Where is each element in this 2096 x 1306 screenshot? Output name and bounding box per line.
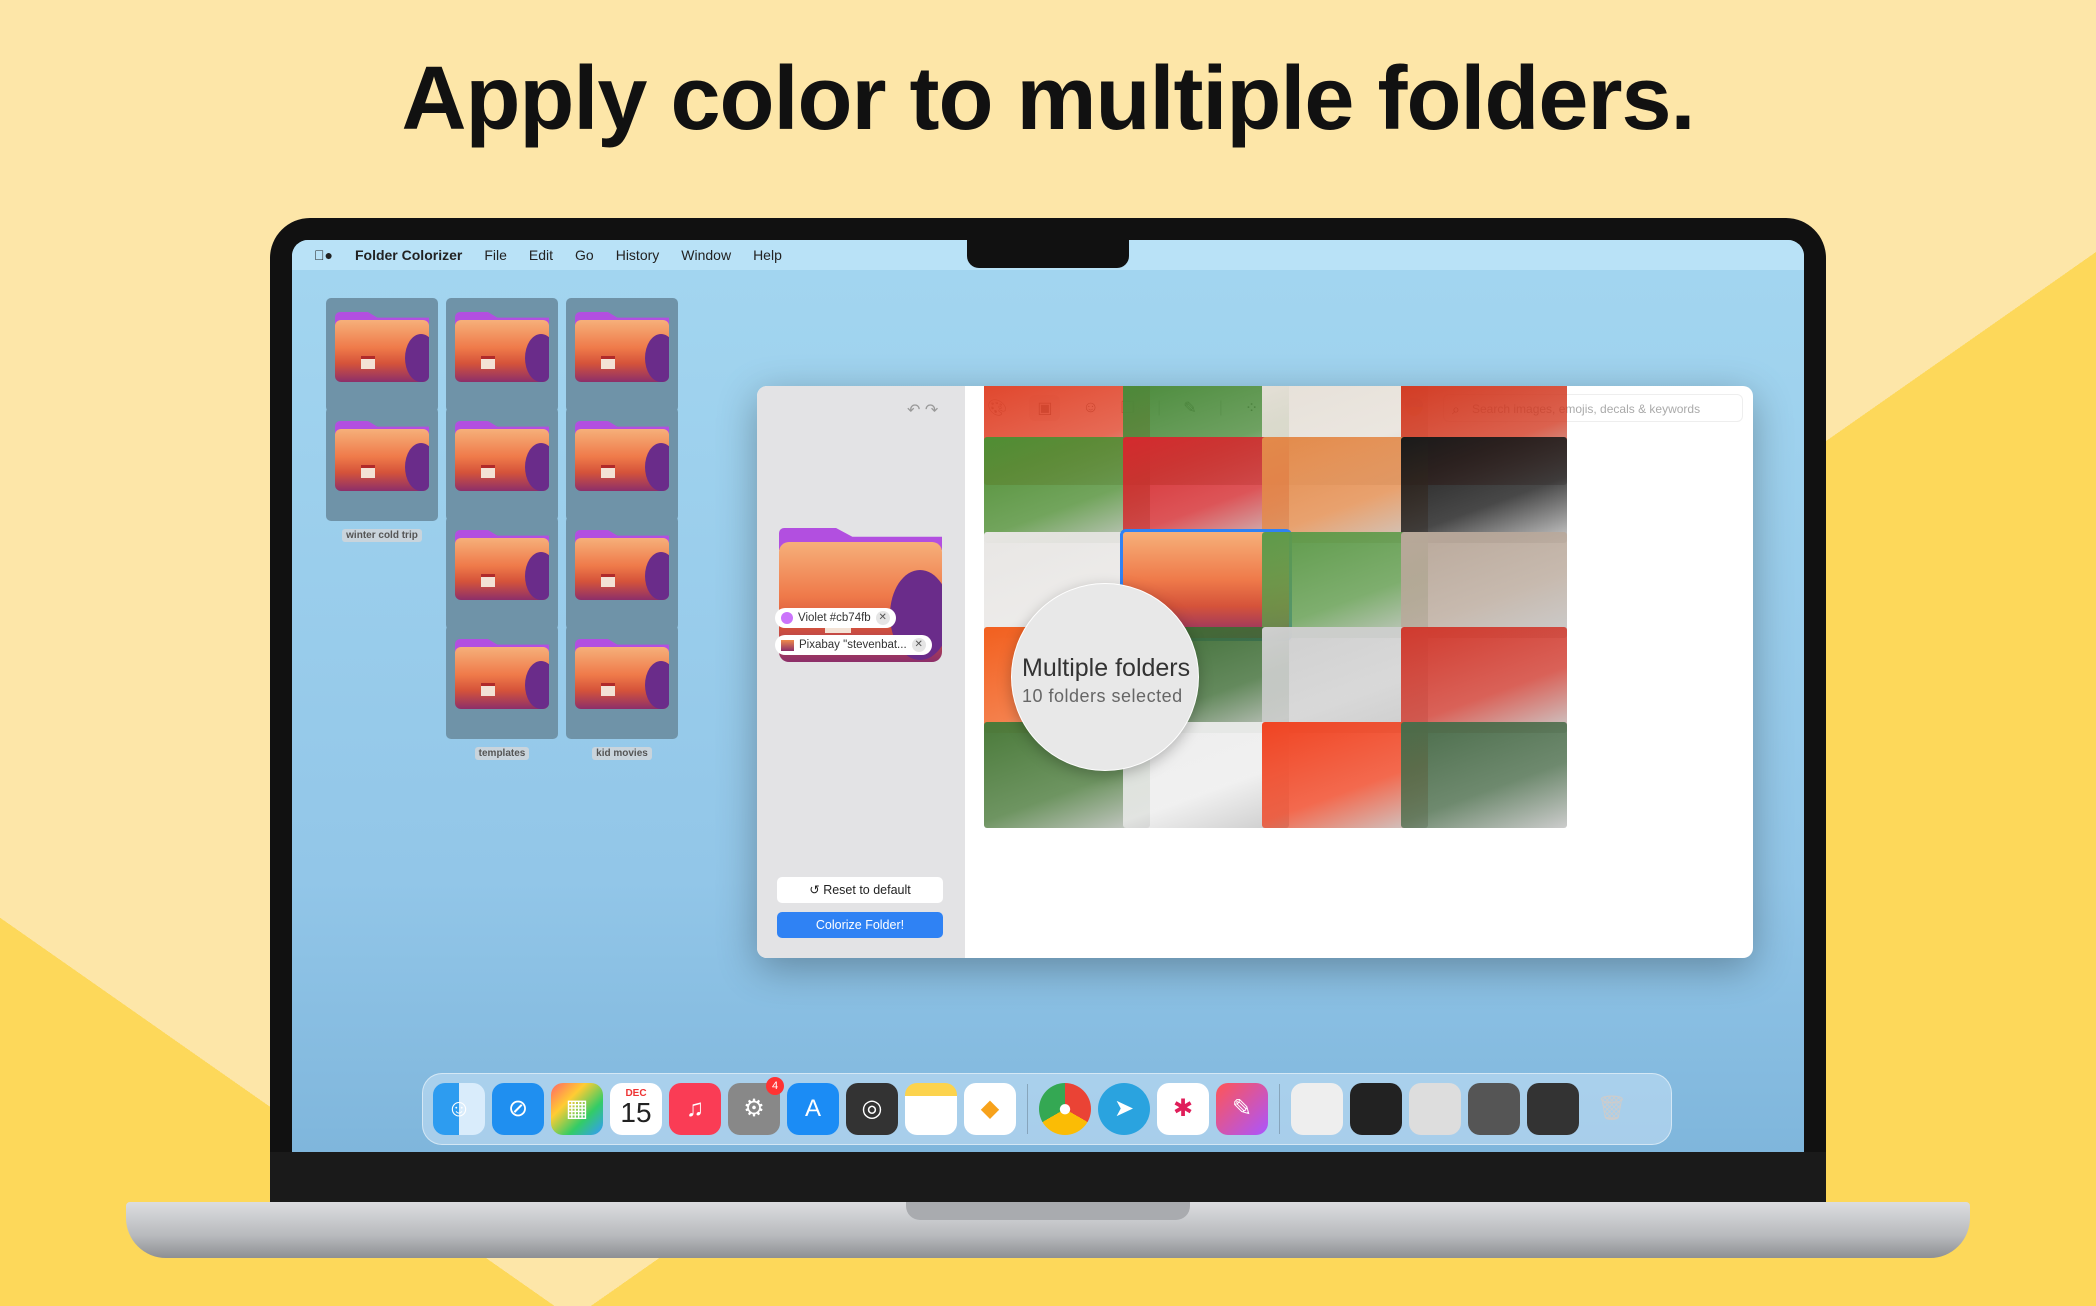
apple-icon[interactable]: ● [314, 247, 333, 263]
menu-app-name[interactable]: Folder Colorizer [355, 247, 462, 263]
desktop-folder[interactable]: 80 rock [566, 298, 678, 433]
calendar-icon[interactable]: DEC 15 [610, 1083, 662, 1135]
color-chip[interactable]: Violet #cb74fb ✕ [775, 608, 896, 628]
trash-icon[interactable]: 🗑︎ [1586, 1083, 1638, 1135]
color-chip-label: Violet #cb74fb [798, 612, 871, 624]
folder-icon [575, 312, 669, 384]
quicktime-icon[interactable]: ◎ [846, 1083, 898, 1135]
folder-icon [335, 312, 429, 384]
dock-separator [1027, 1084, 1028, 1134]
app-store-icon[interactable]: A [787, 1083, 839, 1135]
dock-separator [1279, 1084, 1280, 1134]
color-swatch [781, 612, 793, 624]
folder-icon [455, 421, 549, 493]
desktop-folder[interactable]: Boo dogo [566, 407, 678, 542]
undo-icon[interactable]: ↶ [907, 402, 920, 419]
window-thumbnail[interactable] [1350, 1083, 1402, 1135]
folder-icon [575, 639, 669, 711]
dock: ☺ ⊘ ▦ DEC 15 ♫ ⚙ 4 A ◎ ◆ ● ➤ ✱ ✎ 🗑︎ [422, 1073, 1672, 1145]
image-tile[interactable] [1401, 437, 1567, 543]
image-thumb [781, 639, 794, 651]
undo-redo[interactable]: ↶ ↷ [907, 400, 938, 420]
music-icon[interactable]: ♫ [669, 1083, 721, 1135]
app-window: ↶ ↷ Violet #cb74fb ✕ Pixabay "stevenbat.… [757, 386, 1753, 958]
remove-icon[interactable]: ✕ [911, 638, 926, 652]
folder-label: winter cold trip [342, 529, 422, 542]
folder-icon [575, 530, 669, 602]
remove-icon[interactable]: ✕ [875, 611, 890, 625]
telegram-icon[interactable]: ➤ [1098, 1083, 1150, 1135]
folder-colorizer-icon[interactable]: ✎ [1216, 1083, 1268, 1135]
reset-button[interactable]: ↺ Reset to default [777, 877, 943, 903]
image-chip-label: Pixabay "stevenbat... [799, 639, 907, 651]
window-thumbnail[interactable] [1291, 1083, 1343, 1135]
chrome-icon[interactable]: ● [1039, 1083, 1091, 1135]
notification-badge: 4 [766, 1077, 784, 1095]
menu-history[interactable]: History [616, 247, 660, 263]
desktop-folder[interactable]: photos [446, 407, 558, 542]
window-thumbnail[interactable] [1527, 1083, 1579, 1135]
menu-file[interactable]: File [484, 247, 507, 263]
system-settings-icon[interactable]: ⚙ 4 [728, 1077, 784, 1135]
laptop-lip [906, 1202, 1190, 1220]
folder-icon [455, 530, 549, 602]
selection-title: Multiple folders [1022, 654, 1191, 682]
image-tile[interactable] [1401, 627, 1567, 733]
finder-icon[interactable]: ☺ [433, 1083, 485, 1135]
safari-icon[interactable]: ⊘ [492, 1083, 544, 1135]
menu-edit[interactable]: Edit [529, 247, 553, 263]
folder-icon [575, 421, 669, 493]
desktop-folder[interactable]: kid movies [566, 625, 678, 760]
folder-label: templates [474, 747, 530, 760]
sidebar: ↶ ↷ Violet #cb74fb ✕ Pixabay "stevenbat.… [757, 386, 965, 958]
menu-go[interactable]: Go [575, 247, 594, 263]
desktop-folder[interactable]: report [446, 516, 558, 651]
folder-icon [455, 312, 549, 384]
launchpad-icon[interactable]: ▦ [551, 1083, 603, 1135]
slack-icon[interactable]: ✱ [1157, 1083, 1209, 1135]
folder-label: kid movies [592, 747, 652, 760]
desktop-folder[interactable]: templates [446, 625, 558, 760]
sketch-icon[interactable]: ◆ [964, 1083, 1016, 1135]
colorize-button[interactable]: Colorize Folder! [777, 912, 943, 938]
image-chip[interactable]: Pixabay "stevenbat... ✕ [775, 635, 932, 655]
window-thumbnail[interactable] [1468, 1083, 1520, 1135]
reset-label: Reset to default [823, 883, 911, 897]
camera-notch [967, 240, 1129, 268]
image-tile[interactable] [1401, 722, 1567, 828]
magnifier-callout: Multiple folders 10 folders selected [1011, 583, 1199, 771]
desktop-folder[interactable]: music sheets [446, 298, 558, 433]
folder-icon [335, 421, 429, 493]
desktop-folder[interactable]: winter cold trip [326, 407, 438, 542]
desktop-screen: ● Folder Colorizer File Edit Go History… [292, 240, 1804, 1152]
image-tile[interactable] [1401, 532, 1567, 638]
selection-count: 10 folders selected [1022, 686, 1183, 706]
desktop-folder[interactable]: water [326, 298, 438, 433]
laptop-bezel-bottom [270, 1152, 1826, 1202]
notes-icon[interactable] [905, 1083, 957, 1135]
redo-icon[interactable]: ↷ [925, 402, 938, 419]
folder-icon [455, 639, 549, 711]
desktop-folder[interactable]: cake recipes [566, 516, 678, 651]
menu-window[interactable]: Window [681, 247, 731, 263]
headline: Apply color to multiple folders. [401, 49, 1695, 149]
menu-help[interactable]: Help [753, 247, 782, 263]
window-thumbnail[interactable] [1409, 1083, 1461, 1135]
calendar-day: 15 [620, 1097, 652, 1128]
